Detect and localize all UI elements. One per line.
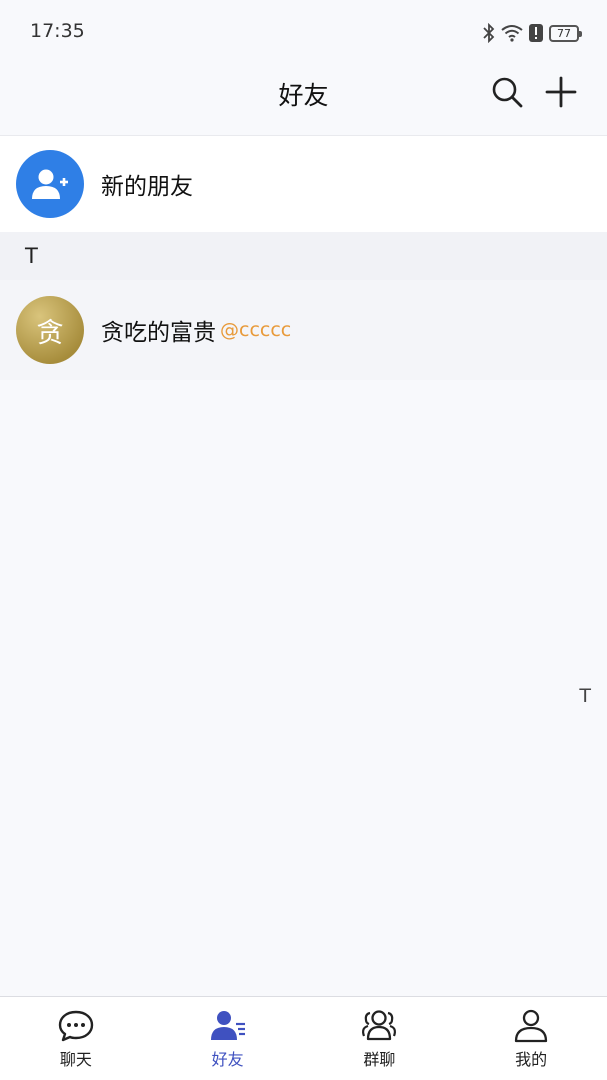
contact-avatar: 贪 [16, 296, 84, 364]
profile-icon [514, 1009, 548, 1043]
contact-row[interactable]: 贪 贪吃的富贵 @ccccc [0, 280, 607, 380]
status-icons: 77 [483, 22, 582, 44]
contact-avatar-char: 贪 [36, 317, 64, 349]
search-button[interactable] [489, 74, 525, 110]
section-header-t: T [0, 232, 607, 280]
tab-chat-label: 聊天 [59, 1050, 92, 1069]
new-friends-avatar [16, 150, 84, 218]
bluetooth-icon [483, 23, 495, 43]
tab-me[interactable]: 我的 [455, 997, 607, 1080]
tab-friends-label: 好友 [211, 1050, 244, 1069]
friends-screen: 17:35 77 好友 新的朋友 T 贪 贪吃的富贵 @ccccc T 聊天 好… [0, 0, 607, 1080]
tab-group-chat[interactable]: 群聊 [304, 997, 456, 1080]
section-letter: T [25, 244, 38, 268]
new-friends-label: 新的朋友 [101, 174, 193, 200]
index-letter-t[interactable]: T [579, 685, 591, 707]
tab-chat[interactable]: 聊天 [0, 997, 152, 1080]
header: 好友 [0, 66, 607, 136]
tab-me-label: 我的 [515, 1050, 548, 1069]
add-user-icon [32, 169, 68, 199]
group-icon [362, 1010, 397, 1041]
wifi-icon [501, 24, 523, 42]
alert-icon [529, 24, 543, 42]
battery-icon: 77 [549, 24, 582, 42]
contact-handle: @ccccc [220, 319, 292, 341]
new-friends-row[interactable]: 新的朋友 [0, 136, 607, 232]
battery-level: 77 [557, 26, 571, 40]
friends-icon [210, 1011, 245, 1040]
contact-name: 贪吃的富贵 [101, 320, 216, 346]
tab-bar: 聊天 好友 群聊 我的 [0, 996, 607, 1080]
plus-icon [545, 76, 577, 108]
search-icon [492, 77, 523, 108]
status-time: 17:35 [30, 20, 85, 42]
add-button[interactable] [543, 74, 579, 110]
status-bar: 17:35 77 [0, 0, 607, 66]
tab-friends[interactable]: 好友 [152, 997, 304, 1080]
chat-bubble-icon [58, 1010, 94, 1042]
tab-group-chat-label: 群聊 [363, 1050, 396, 1069]
